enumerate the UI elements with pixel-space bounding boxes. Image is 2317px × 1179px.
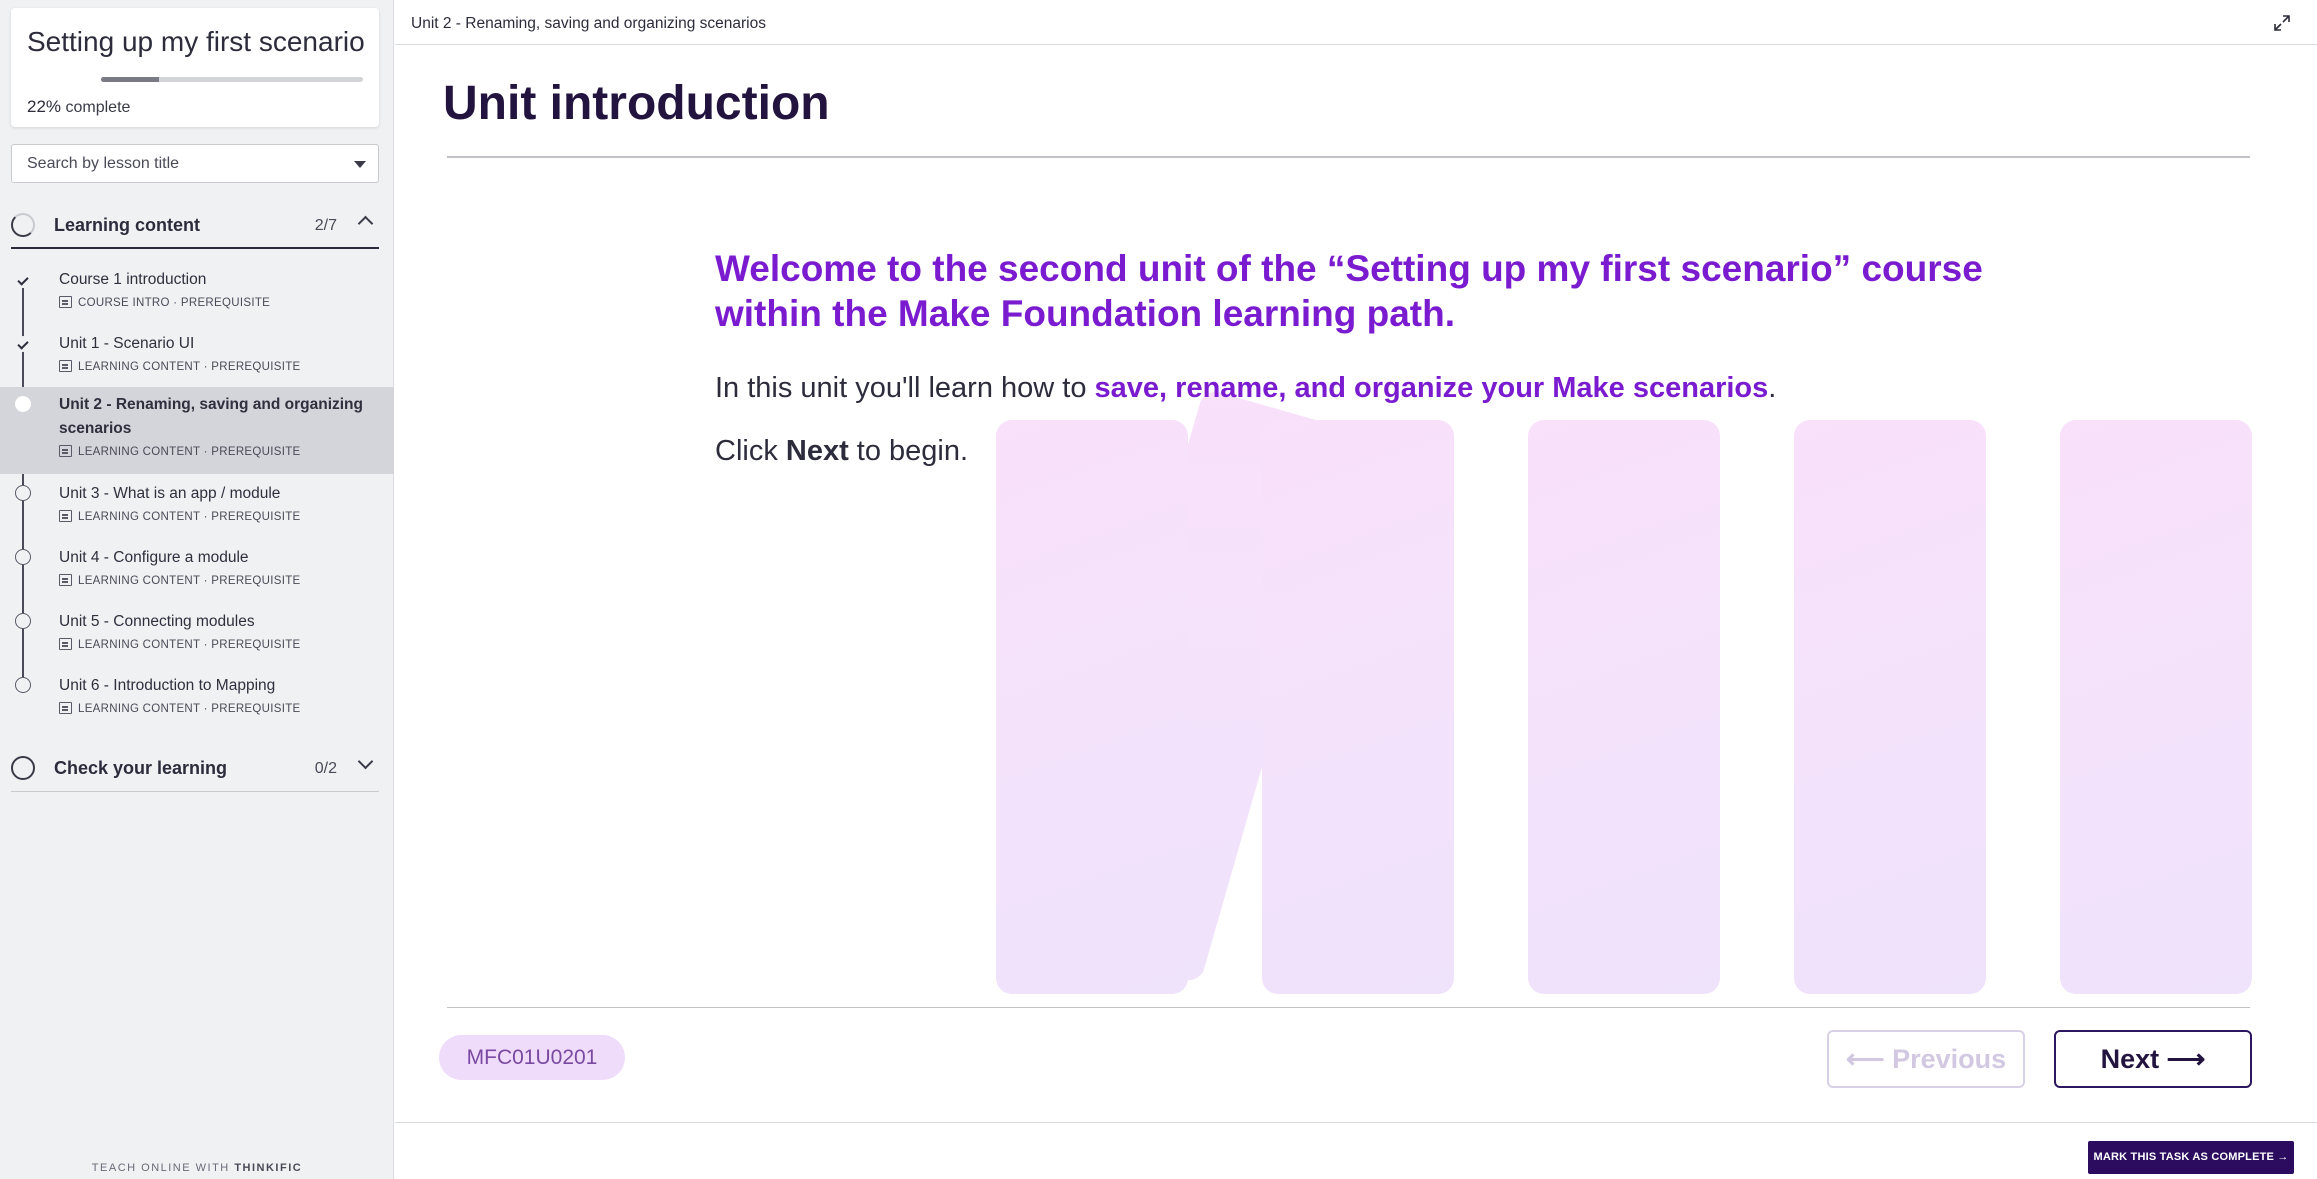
lesson-title: Unit 6 - Introduction to Mapping xyxy=(59,677,276,694)
presentation-icon xyxy=(59,510,72,522)
caret-down-icon xyxy=(354,161,366,168)
mark-complete-button[interactable]: MARK THIS TASK AS COMPLETE → xyxy=(2088,1141,2294,1174)
progress-text: 22% complete xyxy=(27,97,130,117)
previous-button[interactable]: ⟵ Previous xyxy=(1827,1030,2025,1088)
lesson-item-unit-3[interactable]: Unit 3 - What is an app / module LEARNIN… xyxy=(0,480,394,542)
heading-divider xyxy=(447,156,2250,158)
arrow-right-icon: ⟶ xyxy=(2166,1044,2206,1074)
lesson-meta: LEARNING CONTENT · PREREQUISITE xyxy=(59,702,301,715)
next-button[interactable]: Next ⟶ xyxy=(2054,1030,2252,1088)
section-title: Learning content xyxy=(54,215,201,235)
section-count: 0/2 xyxy=(314,760,337,777)
section-header-check-your-learning[interactable]: Check your learning 0/2 xyxy=(11,742,379,792)
lesson-title: Unit 4 - Configure a module xyxy=(59,549,249,566)
lesson-meta: LEARNING CONTENT · PREREQUISITE xyxy=(59,445,301,458)
lesson-title: Unit 3 - What is an app / module xyxy=(59,485,281,502)
lesson-meta: COURSE INTRO · PREREQUISITE xyxy=(59,296,270,309)
footer-brand: THINKIFIC xyxy=(234,1162,303,1174)
intro-suffix: . xyxy=(1768,372,1777,404)
lesson-topbar-title: Unit 2 - Renaming, saving and organizing… xyxy=(411,15,766,32)
previous-label: Previous xyxy=(1892,1044,2007,1074)
lesson-meta: LEARNING CONTENT · PREREQUISITE xyxy=(59,360,301,373)
partial-progress-circle-icon xyxy=(11,213,35,237)
document-icon xyxy=(59,296,72,308)
mark-complete-label: MARK THIS TASK AS COMPLETE xyxy=(2093,1151,2275,1163)
lesson-item-unit-1-scenario-ui[interactable]: Unit 1 - Scenario UI LEARNING CONTENT · … xyxy=(0,326,394,388)
decorative-bars-illustration xyxy=(395,0,2317,1179)
next-label: Next xyxy=(2100,1044,2160,1074)
lesson-code-badge: MFC01U0201 xyxy=(439,1035,625,1080)
thinkific-footer-link[interactable]: TEACH ONLINE WITH THINKIFIC xyxy=(0,1162,394,1174)
decorative-bar xyxy=(1528,420,1720,994)
click-next-paragraph: Click Next to begin. xyxy=(715,435,2015,468)
lesson-meta: LEARNING CONTENT · PREREQUISITE xyxy=(59,510,301,523)
lesson-title: Unit 2 - Renaming, saving and organizing… xyxy=(59,396,363,437)
progress-bar-fill xyxy=(101,77,159,82)
decorative-bar xyxy=(1262,420,1454,994)
lesson-item-unit-2-renaming[interactable]: Unit 2 - Renaming, saving and organizing… xyxy=(0,387,394,474)
lesson-meta: LEARNING CONTENT · PREREQUISITE xyxy=(59,638,301,651)
section-count: 2/7 xyxy=(314,217,337,234)
lesson-meta: LEARNING CONTENT · PREREQUISITE xyxy=(59,574,301,587)
arrow-right-icon: → xyxy=(2277,1151,2289,1163)
presentation-icon xyxy=(59,445,72,457)
incomplete-circle-icon xyxy=(15,677,31,693)
lesson-bottom-bar: MARK THIS TASK AS COMPLETE → xyxy=(395,1122,2317,1179)
intro-prefix: In this unit you'll learn how to xyxy=(715,372,1095,404)
lesson-meta-text: LEARNING CONTENT · PREREQUISITE xyxy=(78,511,301,523)
lesson-item-unit-6[interactable]: Unit 6 - Introduction to Mapping LEARNIN… xyxy=(0,672,394,734)
click-suffix: to begin. xyxy=(848,435,969,467)
incomplete-circle-icon xyxy=(15,485,31,501)
presentation-icon xyxy=(59,360,72,372)
lesson-meta-text: LEARNING CONTENT · PREREQUISITE xyxy=(78,361,301,373)
lesson-item-unit-4[interactable]: Unit 4 - Configure a module LEARNING CON… xyxy=(0,544,394,606)
presentation-icon xyxy=(59,638,72,650)
lesson-meta-text: LEARNING CONTENT · PREREQUISITE xyxy=(78,639,301,651)
click-prefix: Click xyxy=(715,435,786,467)
expand-icon[interactable] xyxy=(2273,14,2291,32)
arrow-left-icon: ⟵ xyxy=(1845,1044,1885,1074)
lesson-title: Unit 1 - Scenario UI xyxy=(59,335,195,352)
lesson-title: Course 1 introduction xyxy=(59,271,207,288)
decorative-bar xyxy=(996,420,1188,994)
course-title: Setting up my first scenario xyxy=(27,26,365,57)
progress-bar xyxy=(101,77,363,82)
lesson-main-area: Unit 2 - Renaming, saving and organizing… xyxy=(395,0,2317,1179)
lesson-item-course-1-introduction[interactable]: Course 1 introduction COURSE INTRO · PRE… xyxy=(0,262,394,324)
lesson-search-placeholder: Search by lesson title xyxy=(27,155,180,172)
incomplete-circle-icon xyxy=(15,549,31,565)
lesson-meta-text: LEARNING CONTENT · PREREQUISITE xyxy=(78,575,301,587)
decorative-bar xyxy=(1045,388,1359,984)
presentation-icon xyxy=(59,702,72,714)
progress-percent: 22% xyxy=(27,97,62,116)
lesson-search-dropdown[interactable]: Search by lesson title xyxy=(11,144,379,183)
decorative-bar xyxy=(1794,420,1986,994)
decorative-bar xyxy=(2060,420,2252,994)
lesson-meta-text: LEARNING CONTENT · PREREQUISITE xyxy=(78,703,301,715)
lesson-content: Welcome to the second unit of the “Setti… xyxy=(715,246,2015,468)
lesson-meta-text: LEARNING CONTENT · PREREQUISITE xyxy=(78,446,301,458)
incomplete-circle-icon xyxy=(15,613,31,629)
footer-divider xyxy=(447,1007,2250,1008)
click-bold: Next xyxy=(785,435,849,467)
lesson-item-unit-5[interactable]: Unit 5 - Connecting modules LEARNING CON… xyxy=(0,608,394,670)
intro-highlight: save, rename, and organize your Make sce… xyxy=(1094,372,1769,404)
lesson-title: Unit 5 - Connecting modules xyxy=(59,613,255,630)
incomplete-circle-icon xyxy=(11,756,35,780)
section-title: Check your learning xyxy=(54,758,228,778)
current-lesson-dot-icon xyxy=(15,396,31,412)
intro-paragraph: In this unit you'll learn how to save, r… xyxy=(715,372,2015,405)
welcome-heading: Welcome to the second unit of the “Setti… xyxy=(715,248,1983,334)
page-title: Unit introduction xyxy=(443,77,830,130)
lesson-topbar: Unit 2 - Renaming, saving and organizing… xyxy=(395,0,2317,45)
section-header-learning-content[interactable]: Learning content 2/7 xyxy=(11,199,379,249)
course-progress-card: Setting up my first scenario 22% complet… xyxy=(11,8,379,127)
chevron-up-icon xyxy=(357,215,374,232)
chevron-down-icon xyxy=(357,753,374,770)
progress-suffix: complete xyxy=(65,99,131,116)
lesson-meta-text: COURSE INTRO · PREREQUISITE xyxy=(78,297,271,309)
course-sidebar: Setting up my first scenario 22% complet… xyxy=(0,0,394,1179)
footer-prefix: TEACH ONLINE WITH xyxy=(91,1162,230,1174)
presentation-icon xyxy=(59,574,72,586)
